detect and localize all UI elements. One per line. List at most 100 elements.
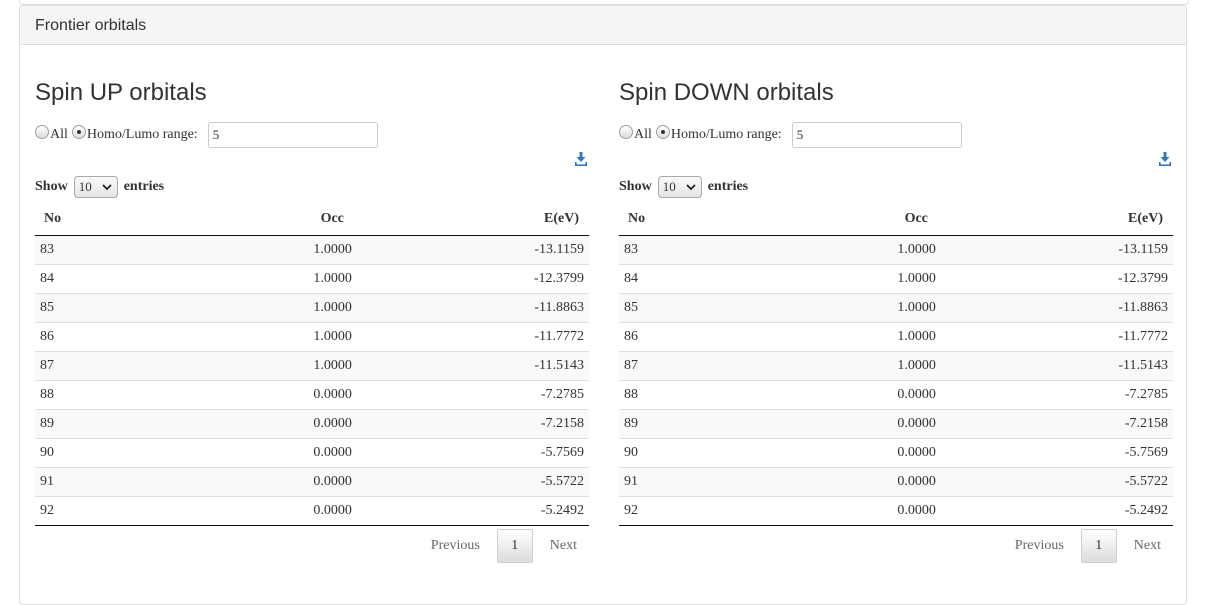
column-header-occ[interactable]: Occ <box>176 203 354 236</box>
table-row: 86 1.0000 -11.7772 <box>619 322 1173 352</box>
download-icon[interactable] <box>575 152 587 166</box>
next-button[interactable]: Next <box>1122 538 1173 554</box>
cell-occ: 1.0000 <box>760 235 938 265</box>
table-row: 89 0.0000 -7.2158 <box>35 409 589 439</box>
cell-no: 86 <box>619 322 761 352</box>
cell-occ: 1.0000 <box>176 351 354 381</box>
column-header-occ[interactable]: Occ <box>760 203 938 236</box>
cell-no: 85 <box>35 293 177 323</box>
spin-down-table: No Occ E(eV) 83 1.0000 -13.1159 84 1.0000 -12… <box>619 203 1173 526</box>
table-row: 85 1.0000 -11.8863 <box>619 293 1173 323</box>
entries-select[interactable]: 10 <box>73 176 118 198</box>
table-row: 84 1.0000 -12.3799 <box>619 264 1173 294</box>
cell-occ: 0.0000 <box>176 438 354 468</box>
panel-heading: Frontier orbitals <box>20 6 1186 45</box>
cell-occ: 1.0000 <box>176 264 354 294</box>
cell-no: 89 <box>35 409 177 439</box>
radio-homo-lumo-range[interactable] <box>655 125 670 139</box>
cell-occ: 0.0000 <box>176 467 354 497</box>
cell-energy: -11.7772 <box>353 322 589 352</box>
cell-no: 92 <box>619 496 761 526</box>
cell-energy: -5.7569 <box>937 438 1173 468</box>
cell-no: 85 <box>619 293 761 323</box>
cell-energy: -5.2492 <box>353 496 589 526</box>
table-row: 89 0.0000 -7.2158 <box>619 409 1173 439</box>
cell-occ: 1.0000 <box>760 351 938 381</box>
cell-energy: -7.2785 <box>353 380 589 410</box>
spin-down-mode-radios: All Homo/Lumo range: <box>619 121 962 149</box>
radio-all[interactable] <box>619 125 633 139</box>
cell-no: 91 <box>619 467 761 497</box>
page-button-current[interactable]: 1 <box>1080 529 1117 563</box>
cell-no: 92 <box>35 496 177 526</box>
column-header-no[interactable]: No <box>35 203 177 236</box>
cell-occ: 1.0000 <box>760 293 938 323</box>
table-row: 86 1.0000 -11.7772 <box>35 322 589 352</box>
next-button[interactable]: Next <box>538 538 589 554</box>
cell-no: 83 <box>619 235 761 265</box>
table-row: 88 0.0000 -7.2785 <box>35 380 589 410</box>
cell-no: 89 <box>619 409 761 439</box>
download-icon[interactable] <box>1159 152 1171 166</box>
previous-button[interactable]: Previous <box>1003 538 1076 554</box>
entries-length-control: Show 10 entries <box>35 175 164 199</box>
cell-occ: 0.0000 <box>176 409 354 439</box>
table-header-row: No Occ E(eV) <box>619 203 1173 236</box>
cell-occ: 1.0000 <box>176 293 354 323</box>
table-row: 90 0.0000 -5.7569 <box>35 438 589 468</box>
cell-energy: -11.8863 <box>353 293 589 323</box>
cell-no: 86 <box>35 322 177 352</box>
entries-label: entries <box>123 179 165 194</box>
cell-occ: 0.0000 <box>176 380 354 410</box>
radio-all-label: All <box>50 127 68 142</box>
homo-lumo-range-input[interactable] <box>207 122 378 148</box>
cell-occ: 1.0000 <box>176 235 354 265</box>
radio-range-label: Homo/Lumo range: <box>670 127 782 142</box>
column-header-no[interactable]: No <box>619 203 761 236</box>
radio-homo-lumo-range[interactable] <box>71 125 86 139</box>
cell-occ: 0.0000 <box>760 438 938 468</box>
column-header-energy[interactable]: E(eV) <box>937 203 1173 236</box>
cell-energy: -5.2492 <box>937 496 1173 526</box>
table-row: 91 0.0000 -5.5722 <box>619 467 1173 497</box>
spin-down-title: Spin DOWN orbitals <box>619 79 834 106</box>
cell-occ: 0.0000 <box>760 467 938 497</box>
cell-energy: -5.5722 <box>353 467 589 497</box>
cell-occ: 1.0000 <box>760 264 938 294</box>
table-header-row: No Occ E(eV) <box>35 203 589 236</box>
spin-up-table: No Occ E(eV) 83 1.0000 -13.1159 84 1.0000 -12… <box>35 203 589 526</box>
cell-energy: -11.8863 <box>937 293 1173 323</box>
cell-no: 83 <box>35 235 177 265</box>
cell-energy: -12.3799 <box>937 264 1173 294</box>
cell-occ: 0.0000 <box>760 409 938 439</box>
cell-no: 90 <box>35 438 177 468</box>
previous-button[interactable]: Previous <box>419 538 492 554</box>
entries-select-value: 10 <box>662 179 676 194</box>
radio-all[interactable] <box>35 125 49 139</box>
radio-all-label: All <box>634 127 652 142</box>
table-row: 87 1.0000 -11.5143 <box>619 351 1173 381</box>
column-header-energy[interactable]: E(eV) <box>353 203 589 236</box>
radio-range-label: Homo/Lumo range: <box>86 127 198 142</box>
cell-energy: -11.7772 <box>937 322 1173 352</box>
chevron-down-icon <box>102 184 112 191</box>
cell-energy: -12.3799 <box>353 264 589 294</box>
cell-no: 84 <box>619 264 761 294</box>
table-row: 92 0.0000 -5.2492 <box>619 496 1173 526</box>
cell-occ: 1.0000 <box>760 322 938 352</box>
page-button-current[interactable]: 1 <box>496 529 533 563</box>
homo-lumo-range-input[interactable] <box>791 122 962 148</box>
table-row: 85 1.0000 -11.8863 <box>35 293 589 323</box>
table-row: 88 0.0000 -7.2785 <box>619 380 1173 410</box>
entries-select-value: 10 <box>78 179 92 194</box>
entries-select[interactable]: 10 <box>657 176 702 198</box>
cell-occ: 0.0000 <box>760 380 938 410</box>
frontier-orbitals-panel: Frontier orbitals Spin UP orbitals All H… <box>19 5 1187 605</box>
table-row: 90 0.0000 -5.7569 <box>619 438 1173 468</box>
cell-no: 87 <box>619 351 761 381</box>
pagination: Previous 1 Next <box>1003 529 1173 563</box>
show-label: Show <box>619 179 652 194</box>
cell-energy: -5.7569 <box>353 438 589 468</box>
cell-no: 88 <box>35 380 177 410</box>
cell-energy: -11.5143 <box>353 351 589 381</box>
